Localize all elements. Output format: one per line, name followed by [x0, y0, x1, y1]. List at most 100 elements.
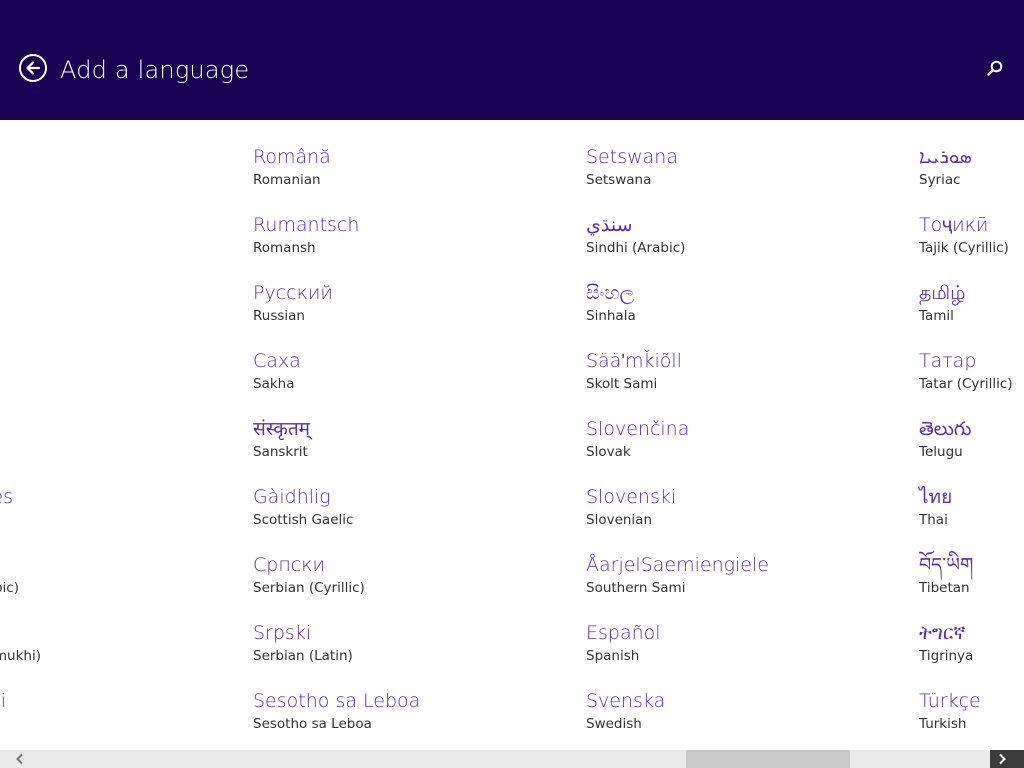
language-english-name: Russian — [253, 308, 305, 324]
language-native-name: Türkçe — [919, 690, 981, 712]
language-item-turkish[interactable]: Türkçe Turkish — [919, 688, 1013, 750]
language-native-name: ትግርኛ — [919, 622, 966, 644]
language-native-name: Română — [253, 146, 331, 168]
language-item-romanian[interactable]: Română Romanian — [253, 144, 420, 212]
language-item-southern-sami[interactable]: ÅarjelSaemiengiele Southern Sami — [586, 552, 769, 620]
language-native-name: Slovenski — [586, 486, 677, 508]
language-native-name: தமிழ் — [919, 282, 966, 304]
language-item-romansh[interactable]: Rumantsch Romansh — [253, 212, 420, 280]
language-native-name: ês — [0, 486, 13, 508]
language-native-name — [0, 620, 41, 647]
language-item-sakha[interactable]: Саха Sakha — [253, 348, 420, 416]
language-item-scottish-gaelic[interactable]: Gàidhlig Scottish Gaelic — [253, 484, 420, 552]
language-native-name: Саха — [253, 350, 301, 372]
language-english-name: Romansh — [253, 240, 316, 256]
language-native-name: Setswana — [586, 146, 678, 168]
language-item[interactable]: bic) — [0, 552, 41, 620]
language-item-spanish[interactable]: Español Spanish — [586, 620, 769, 688]
language-native-name — [0, 416, 41, 443]
language-native-name: Тоҷикӣ — [919, 214, 989, 236]
language-item-skolt-sami[interactable]: Sääʹmǩiõll Skolt Sami — [586, 348, 769, 416]
language-english-name: Telugu — [919, 444, 963, 460]
language-native-name — [0, 348, 41, 375]
language-native-name: සිංහල — [586, 282, 634, 304]
language-item-slovak[interactable]: Slovenčina Slovak — [586, 416, 769, 484]
language-item-sinhala[interactable]: සිංහල Sinhala — [586, 280, 769, 348]
language-item-sanskrit[interactable]: संस्कृतम् Sanskrit — [253, 416, 420, 484]
language-native-name: ܣܘܪܝܝܐ — [919, 146, 972, 168]
language-english-name: Tamil — [919, 308, 954, 324]
language-native-name: Sääʹmǩiõll — [586, 350, 682, 372]
language-native-name: Slovenčina — [586, 418, 690, 440]
language-english-name: Spanish — [586, 648, 640, 664]
language-native-name — [0, 212, 41, 239]
language-item[interactable]: ês — [0, 484, 41, 552]
language-native-name — [0, 280, 41, 307]
language-item-swedish[interactable]: Svenska Swedish — [586, 688, 769, 750]
language-item-thai[interactable]: ไทย Thai — [919, 484, 1013, 552]
language-english-name: Romanian — [253, 172, 321, 188]
language-column: Setswana Setswana سنڌي Sindhi (Arabic) සිං… — [586, 144, 769, 750]
language-item[interactable] — [0, 144, 41, 212]
language-english-name: Sanskrit — [253, 444, 308, 460]
language-english-name: Serbian (Cyrillic) — [253, 580, 365, 596]
language-native-name: ไทย — [919, 486, 953, 508]
language-item[interactable]: i — [0, 688, 41, 750]
language-item-telugu[interactable]: తెలుగు Telugu — [919, 416, 1013, 484]
language-english-name: Slovak — [586, 444, 631, 460]
page-title: Add a language — [60, 56, 250, 84]
language-item[interactable] — [0, 416, 41, 484]
language-native-name: Русский — [253, 282, 333, 304]
language-item[interactable] — [0, 212, 41, 280]
language-english-name: Syriac — [919, 172, 961, 188]
language-english-name: Tibetan — [919, 580, 970, 596]
language-native-name: Sesotho sa Leboa — [253, 690, 421, 712]
language-item-serbian-latin[interactable]: Srpski Serbian (Latin) — [253, 620, 420, 688]
language-item[interactable] — [0, 280, 41, 348]
language-english-name: mukhi) — [0, 648, 41, 664]
language-item-russian[interactable]: Русский Russian — [253, 280, 420, 348]
chevron-left-icon — [16, 753, 23, 765]
scrollbar-thumb[interactable] — [686, 750, 850, 768]
language-english-name: Sesotho sa Leboa — [253, 716, 372, 732]
language-english-name: Scottish Gaelic — [253, 512, 354, 528]
language-english-name: Sakha — [253, 376, 295, 392]
language-item-tibetan[interactable]: བོད་ཡིག Tibetan — [919, 552, 1013, 620]
horizontal-scrollbar[interactable] — [0, 750, 1024, 768]
language-item-tigrinya[interactable]: ትግርኛ Tigrinya — [919, 620, 1013, 688]
language-english-name: Tajik (Cyrillic) — [919, 240, 1009, 256]
language-english-name: Turkish — [919, 716, 967, 732]
language-item[interactable]: mukhi) — [0, 620, 41, 688]
chevron-right-icon — [999, 753, 1006, 765]
language-native-name: Rumantsch — [253, 214, 360, 236]
back-arrow-icon — [26, 61, 41, 75]
language-item-serbian-cyrillic[interactable]: Српски Serbian (Cyrillic) — [253, 552, 420, 620]
language-item-tamil[interactable]: தமிழ் Tamil — [919, 280, 1013, 348]
scroll-right-button[interactable] — [990, 750, 1024, 768]
language-english-name: Skolt Sami — [586, 376, 658, 392]
scroll-left-button[interactable] — [8, 750, 32, 768]
language-column: Română Romanian Rumantsch Romansh Русский R… — [253, 144, 420, 750]
language-english-name: Tatar (Cyrillic) — [919, 376, 1013, 392]
search-button[interactable] — [984, 58, 1006, 80]
language-english-name: Sindhi (Arabic) — [586, 240, 686, 256]
language-native-name: i — [0, 690, 6, 712]
language-item-tajik-cyrillic[interactable]: Тоҷикӣ Tajik (Cyrillic) — [919, 212, 1013, 280]
language-english-name: Swedish — [586, 716, 642, 732]
language-item-setswana[interactable]: Setswana Setswana — [586, 144, 769, 212]
language-english-name: Slovenian — [586, 512, 653, 528]
back-button[interactable] — [19, 54, 47, 82]
language-list: ês bic) mukhi) i Română Romanian Rumantsc… — [0, 120, 1024, 750]
language-native-name: संस्कृतम् — [253, 418, 311, 440]
language-item-tatar-cyrillic[interactable]: Татар Tatar (Cyrillic) — [919, 348, 1013, 416]
language-item-slovenian[interactable]: Slovenski Slovenian — [586, 484, 769, 552]
language-english-name: Tigrinya — [919, 648, 974, 664]
language-item-sindhi-arabic[interactable]: سنڌي Sindhi (Arabic) — [586, 212, 769, 280]
language-item-syriac[interactable]: ܣܘܪܝܝܐ Syriac — [919, 144, 1013, 212]
language-english-name: Setswana — [586, 172, 652, 188]
language-item-sesotho-sa-leboa[interactable]: Sesotho sa Leboa Sesotho sa Leboa — [253, 688, 420, 750]
language-item[interactable] — [0, 348, 41, 416]
language-native-name: བོད་ཡིག — [919, 554, 974, 576]
language-native-name: తెలుగు — [919, 418, 972, 440]
language-english-name: bic) — [0, 580, 19, 596]
